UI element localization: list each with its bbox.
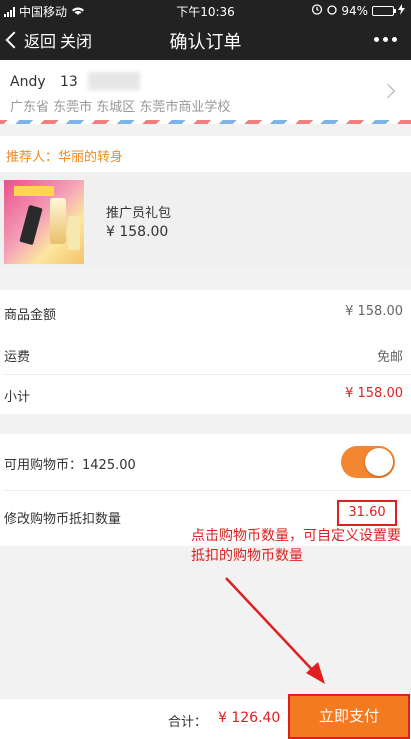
referrer-row: 推荐人：华丽的转身 [0, 136, 411, 172]
alarm-icon [311, 3, 323, 18]
battery-percent: 94% [341, 3, 368, 18]
product-name: 推广员礼包 [106, 206, 172, 221]
referrer-text: 推荐人：华丽的转身 [6, 150, 124, 165]
shipping-row: 运费 免邮 [0, 334, 411, 374]
annotation-text: 点击购物币数量，可自定义设置要抵扣的购物币数量 [191, 528, 401, 564]
status-bar: 中国移动 下午10:36 94% [0, 0, 411, 20]
nav-bar: 返回 关闭 确认订单 [0, 20, 411, 60]
chevron-right-icon [380, 83, 396, 99]
product-item[interactable]: 推广员礼包 ¥ 158.00 [0, 172, 411, 268]
toggle-knob [365, 448, 393, 476]
total-value: ¥ 126.40 [218, 710, 281, 726]
divider [4, 490, 411, 491]
address-line: 广东省 东莞市 东城区 东莞市商业学校 [10, 100, 231, 115]
subtotal-row: 小计 ¥ 158.00 [0, 374, 411, 414]
goods-amount-label: 商品金额 [4, 308, 57, 323]
more-options-icon[interactable] [374, 37, 397, 42]
product-image [4, 180, 84, 264]
orientation-lock-icon [327, 4, 337, 18]
total-label: 合计： [168, 715, 208, 730]
recipient-phone: 13 [60, 74, 78, 90]
airmail-border-divider [0, 120, 411, 124]
price-summary: 商品金额 ¥ 158.00 运费 免邮 小计 ¥ 158.00 [0, 290, 411, 414]
product-price: ¥ 158.00 [106, 224, 169, 240]
charging-icon [398, 3, 405, 18]
subtotal-value: ¥ 158.00 [345, 386, 403, 401]
shipping-label: 运费 [4, 350, 31, 365]
subtotal-label: 小计 [4, 390, 31, 405]
battery-icon [372, 5, 396, 16]
goods-amount-value: ¥ 158.00 [345, 304, 403, 319]
edit-coins-label: 修改购物币抵扣数量 [4, 512, 122, 527]
available-coins-label: 可用购物币：1425.00 [4, 458, 136, 473]
phone-redaction [88, 72, 140, 90]
pay-now-button[interactable]: 立即支付 [288, 694, 410, 739]
shipping-value: 免邮 [376, 350, 403, 365]
coins-toggle[interactable] [341, 446, 395, 478]
shipping-address-card[interactable]: Andy 13 广东省 东莞市 东城区 东莞市商业学校 [0, 60, 411, 120]
page-title: 确认订单 [169, 32, 242, 53]
coins-deduct-amount[interactable]: 31.60 [337, 500, 397, 526]
recipient-name: Andy [10, 74, 46, 90]
goods-amount-row: 商品金额 ¥ 158.00 [0, 292, 411, 332]
